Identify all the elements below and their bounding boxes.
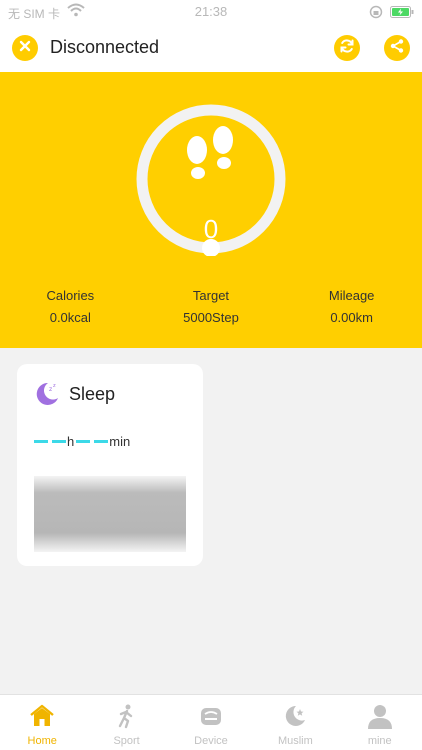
stat-calories: Calories 0.0kcal <box>0 288 141 325</box>
stat-label: Mileage <box>328 288 375 303</box>
stat-value: 0.0kcal <box>49 310 91 325</box>
stat-label: Calories <box>46 288 95 303</box>
sleep-card[interactable]: z z Sleep h min <box>17 364 203 566</box>
stat-label: Target <box>192 288 230 303</box>
bottom-nav: Home Sport Device Muslim mine <box>0 694 422 750</box>
svg-text:z: z <box>49 386 52 393</box>
share-button[interactable] <box>384 35 410 61</box>
home-icon <box>29 703 55 729</box>
nav-muslim[interactable]: Muslim <box>253 695 337 750</box>
nav-label: Home <box>27 735 57 747</box>
nav-mine[interactable]: mine <box>338 695 422 750</box>
rotation-lock-icon <box>369 5 383 22</box>
close-icon <box>19 39 31 57</box>
stat-value: 0.00km <box>330 310 373 325</box>
step-progress-ring[interactable]: 0 <box>134 102 288 256</box>
nav-label: Device <box>194 735 228 747</box>
sleep-chart-placeholder <box>34 476 186 552</box>
steps-panel: 0 Calories 0.0kcal Target 5000Step Milea… <box>0 72 422 348</box>
moon-icon: z z <box>34 381 60 412</box>
battery-charging-icon <box>390 6 414 21</box>
refresh-icon <box>339 38 355 59</box>
minute-unit: min <box>109 434 131 449</box>
status-time: 21:38 <box>194 4 228 19</box>
refresh-button[interactable] <box>334 35 360 61</box>
close-button[interactable] <box>12 35 38 61</box>
svg-text:z: z <box>53 383 56 389</box>
stats-row: Calories 0.0kcal Target 5000Step Mileage… <box>0 288 422 325</box>
watch-device-icon <box>198 703 224 729</box>
sleep-title: Sleep <box>69 384 116 404</box>
running-person-icon <box>113 703 139 729</box>
connection-status-title: Disconnected <box>50 37 160 57</box>
stat-mileage: Mileage 0.00km <box>281 288 422 325</box>
person-icon <box>367 703 393 729</box>
minutes-placeholder <box>76 440 109 443</box>
nav-label: Muslim <box>277 735 313 747</box>
step-count: 0 <box>203 214 219 244</box>
stat-target[interactable]: Target 5000Step <box>141 288 282 325</box>
share-icon <box>389 38 405 59</box>
nav-device[interactable]: Device <box>169 695 253 750</box>
nav-label: mine <box>367 735 392 747</box>
hours-placeholder <box>34 440 66 443</box>
nav-label: Sport <box>113 735 140 747</box>
stat-value: 5000Step <box>183 310 239 325</box>
nav-home[interactable]: Home <box>0 695 84 750</box>
nav-sport[interactable]: Sport <box>84 695 168 750</box>
header-bar: Disconnected <box>0 24 422 72</box>
sleep-duration: h min <box>34 434 130 449</box>
hour-unit: h <box>67 434 75 449</box>
status-bar: 无 SIM 卡 21:38 <box>0 0 422 24</box>
crescent-star-icon <box>282 703 308 729</box>
